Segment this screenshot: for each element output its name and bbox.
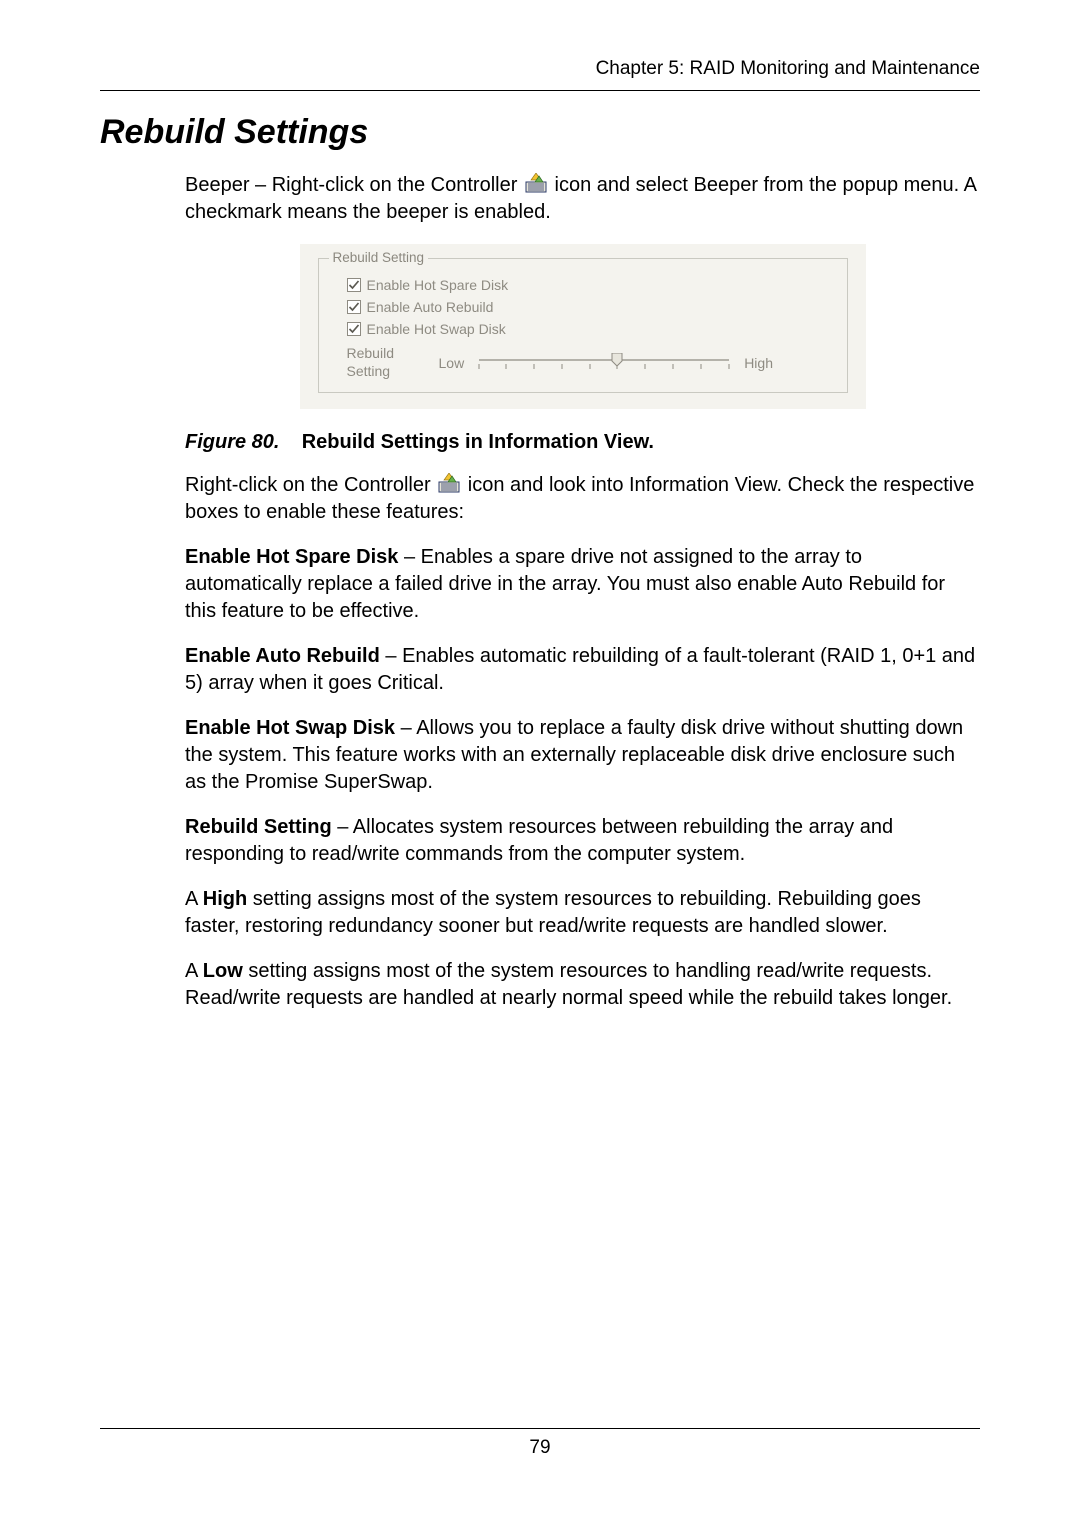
p5-lead: Enable Hot Swap Disk bbox=[185, 717, 395, 739]
intro-paragraph: Beeper – Right-click on the Controller i… bbox=[185, 172, 980, 226]
checkbox-icon[interactable] bbox=[347, 300, 361, 314]
p8-lead: Low bbox=[203, 960, 243, 982]
controller-icon bbox=[438, 473, 460, 493]
p2-prefix: Right-click on the Controller bbox=[185, 474, 436, 496]
checkbox-icon[interactable] bbox=[347, 278, 361, 292]
paragraph-enable-hot-swap-disk: Enable Hot Swap Disk – Allows you to rep… bbox=[185, 715, 980, 796]
rebuild-setting-panel-wrap: Rebuild Setting Enable Hot Spare Disk bbox=[185, 244, 980, 409]
slider-min-label: Low bbox=[439, 355, 465, 371]
p7-body: setting assigns most of the system resou… bbox=[185, 888, 921, 937]
p6-lead: Rebuild Setting bbox=[185, 816, 332, 838]
rebuild-setting-fieldset: Rebuild Setting Enable Hot Spare Disk bbox=[318, 258, 848, 393]
fieldset-legend: Rebuild Setting bbox=[329, 250, 429, 265]
intro-prefix: Beeper – Right-click on the Controller bbox=[185, 174, 523, 196]
figure-number: Figure 80. bbox=[185, 431, 279, 453]
slider-max-label: High bbox=[744, 355, 773, 371]
rebuild-label-line2: Setting bbox=[347, 363, 391, 379]
p3-lead: Enable Hot Spare Disk bbox=[185, 546, 398, 568]
checkbox-label: Enable Hot Spare Disk bbox=[367, 277, 509, 293]
p4-lead: Enable Auto Rebuild bbox=[185, 645, 380, 667]
checkbox-label: Enable Hot Swap Disk bbox=[367, 321, 506, 337]
p7-prefix: A bbox=[185, 888, 203, 910]
checkbox-row-hot-swap-disk: Enable Hot Swap Disk bbox=[347, 321, 833, 337]
paragraph-high-setting: A High setting assigns most of the syste… bbox=[185, 886, 980, 940]
rebuild-slider-row: Rebuild Setting Low bbox=[347, 345, 833, 380]
controller-icon bbox=[525, 173, 547, 193]
page-number: 79 bbox=[529, 1437, 550, 1458]
checkbox-row-auto-rebuild: Enable Auto Rebuild bbox=[347, 299, 833, 315]
p8-body: setting assigns most of the system resou… bbox=[185, 960, 952, 1009]
paragraph-right-click: Right-click on the Controller icon and l… bbox=[185, 472, 980, 526]
paragraph-enable-hot-spare-disk: Enable Hot Spare Disk – Enables a spare … bbox=[185, 544, 980, 625]
rebuild-slider[interactable] bbox=[474, 353, 734, 373]
figure-title: Rebuild Settings in Information View. bbox=[302, 431, 654, 453]
rebuild-setting-panel: Rebuild Setting Enable Hot Spare Disk bbox=[300, 244, 866, 409]
p7-lead: High bbox=[203, 888, 247, 910]
checkbox-label: Enable Auto Rebuild bbox=[367, 299, 494, 315]
paragraph-low-setting: A Low setting assigns most of the system… bbox=[185, 958, 980, 1012]
checkbox-icon[interactable] bbox=[347, 322, 361, 336]
paragraph-enable-auto-rebuild: Enable Auto Rebuild – Enables automatic … bbox=[185, 643, 980, 697]
checkbox-row-hot-spare-disk: Enable Hot Spare Disk bbox=[347, 277, 833, 293]
p8-prefix: A bbox=[185, 960, 203, 982]
header-chapter: Chapter 5: RAID Monitoring and Maintenan… bbox=[100, 58, 980, 91]
figure-caption: Figure 80. Rebuild Settings in Informati… bbox=[185, 431, 980, 454]
paragraph-rebuild-setting-def: Rebuild Setting – Allocates system resou… bbox=[185, 814, 980, 868]
slider-thumb-icon[interactable] bbox=[612, 353, 622, 366]
rebuild-label-line1: Rebuild bbox=[347, 345, 394, 361]
page-footer: 79 bbox=[100, 1428, 980, 1459]
section-title: Rebuild Settings bbox=[100, 113, 980, 152]
rebuild-slider-label: Rebuild Setting bbox=[347, 345, 439, 380]
